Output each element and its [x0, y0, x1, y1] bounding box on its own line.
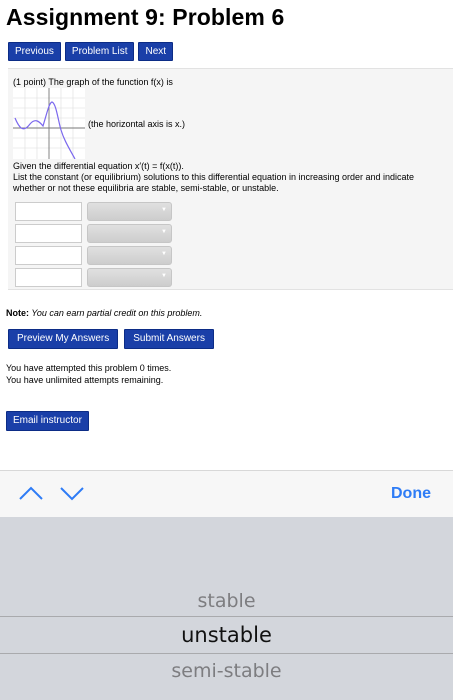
chevron-up-icon[interactable]: [18, 483, 44, 503]
page-title: Assignment 9: Problem 6: [6, 4, 285, 30]
email-instructor-button[interactable]: Email instructor: [6, 411, 89, 431]
graph-svg: [13, 88, 85, 160]
problem-line-1: Given the differential equation x′(t) = …: [13, 161, 184, 171]
problem-body: (1 point) The graph of the function f(x)…: [8, 68, 453, 290]
attempts-info: You have attempted this problem 0 times.…: [6, 362, 171, 386]
done-button[interactable]: Done: [391, 485, 431, 503]
graph-caption: (the horizontal axis is x.): [88, 119, 186, 129]
equilibrium-input-1[interactable]: [15, 202, 82, 221]
problem-nav: Previous Problem List Next: [8, 42, 174, 61]
problem-text: Given the differential equation x′(t) = …: [13, 161, 453, 194]
picker-option-stable[interactable]: stable: [0, 590, 453, 612]
answer-grid: ▼ ▼ ▼ ▼: [15, 202, 172, 290]
submit-answers-button[interactable]: Submit Answers: [124, 329, 214, 349]
problem-line-2: List the constant (or equilibrium) solut…: [13, 172, 415, 182]
problem-intro: (1 point) The graph of the function f(x)…: [13, 77, 173, 87]
answer-row: ▼: [15, 268, 172, 287]
submit-actions: Preview My Answers Submit Answers: [8, 329, 214, 349]
chevron-down-icon: ▼: [161, 273, 167, 279]
equilibrium-input-4[interactable]: [15, 268, 82, 287]
next-button[interactable]: Next: [138, 42, 174, 61]
stability-select-4[interactable]: ▼: [87, 268, 172, 287]
answer-row: ▼: [15, 224, 172, 243]
note-text: You can earn partial credit on this prob…: [29, 308, 203, 318]
chevron-down-icon: ▼: [161, 251, 167, 257]
attempts-count: You have attempted this problem 0 times.: [6, 363, 172, 373]
problem-list-button[interactable]: Problem List: [64, 42, 135, 61]
stability-select-1[interactable]: ▼: [87, 202, 172, 221]
answer-row: ▼: [15, 246, 172, 265]
function-graph[interactable]: [13, 88, 85, 160]
picker-option-semi-stable[interactable]: semi-stable: [0, 660, 453, 682]
chevron-down-icon: ▼: [161, 207, 167, 213]
picker-option-unstable[interactable]: unstable: [0, 623, 453, 647]
equilibrium-input-2[interactable]: [15, 224, 82, 243]
preview-answers-button[interactable]: Preview My Answers: [8, 329, 119, 349]
answer-row: ▼: [15, 202, 172, 221]
option-picker-wheel[interactable]: stable unstable semi-stable: [0, 517, 453, 700]
partial-credit-note: Note: You can earn partial credit on thi…: [6, 308, 202, 318]
stability-select-3[interactable]: ▼: [87, 246, 172, 265]
previous-button[interactable]: Previous: [8, 42, 61, 61]
attempts-remaining: You have unlimited attempts remaining.: [6, 375, 164, 385]
equilibrium-input-3[interactable]: [15, 246, 82, 265]
note-label: Note:: [6, 308, 29, 318]
stability-select-2[interactable]: ▼: [87, 224, 172, 243]
keyboard-accessory-bar: Done: [0, 470, 453, 517]
problem-line-3: whether or not these equilibria are stab…: [13, 183, 279, 193]
chevron-down-icon[interactable]: [59, 483, 85, 503]
chevron-down-icon: ▼: [161, 229, 167, 235]
